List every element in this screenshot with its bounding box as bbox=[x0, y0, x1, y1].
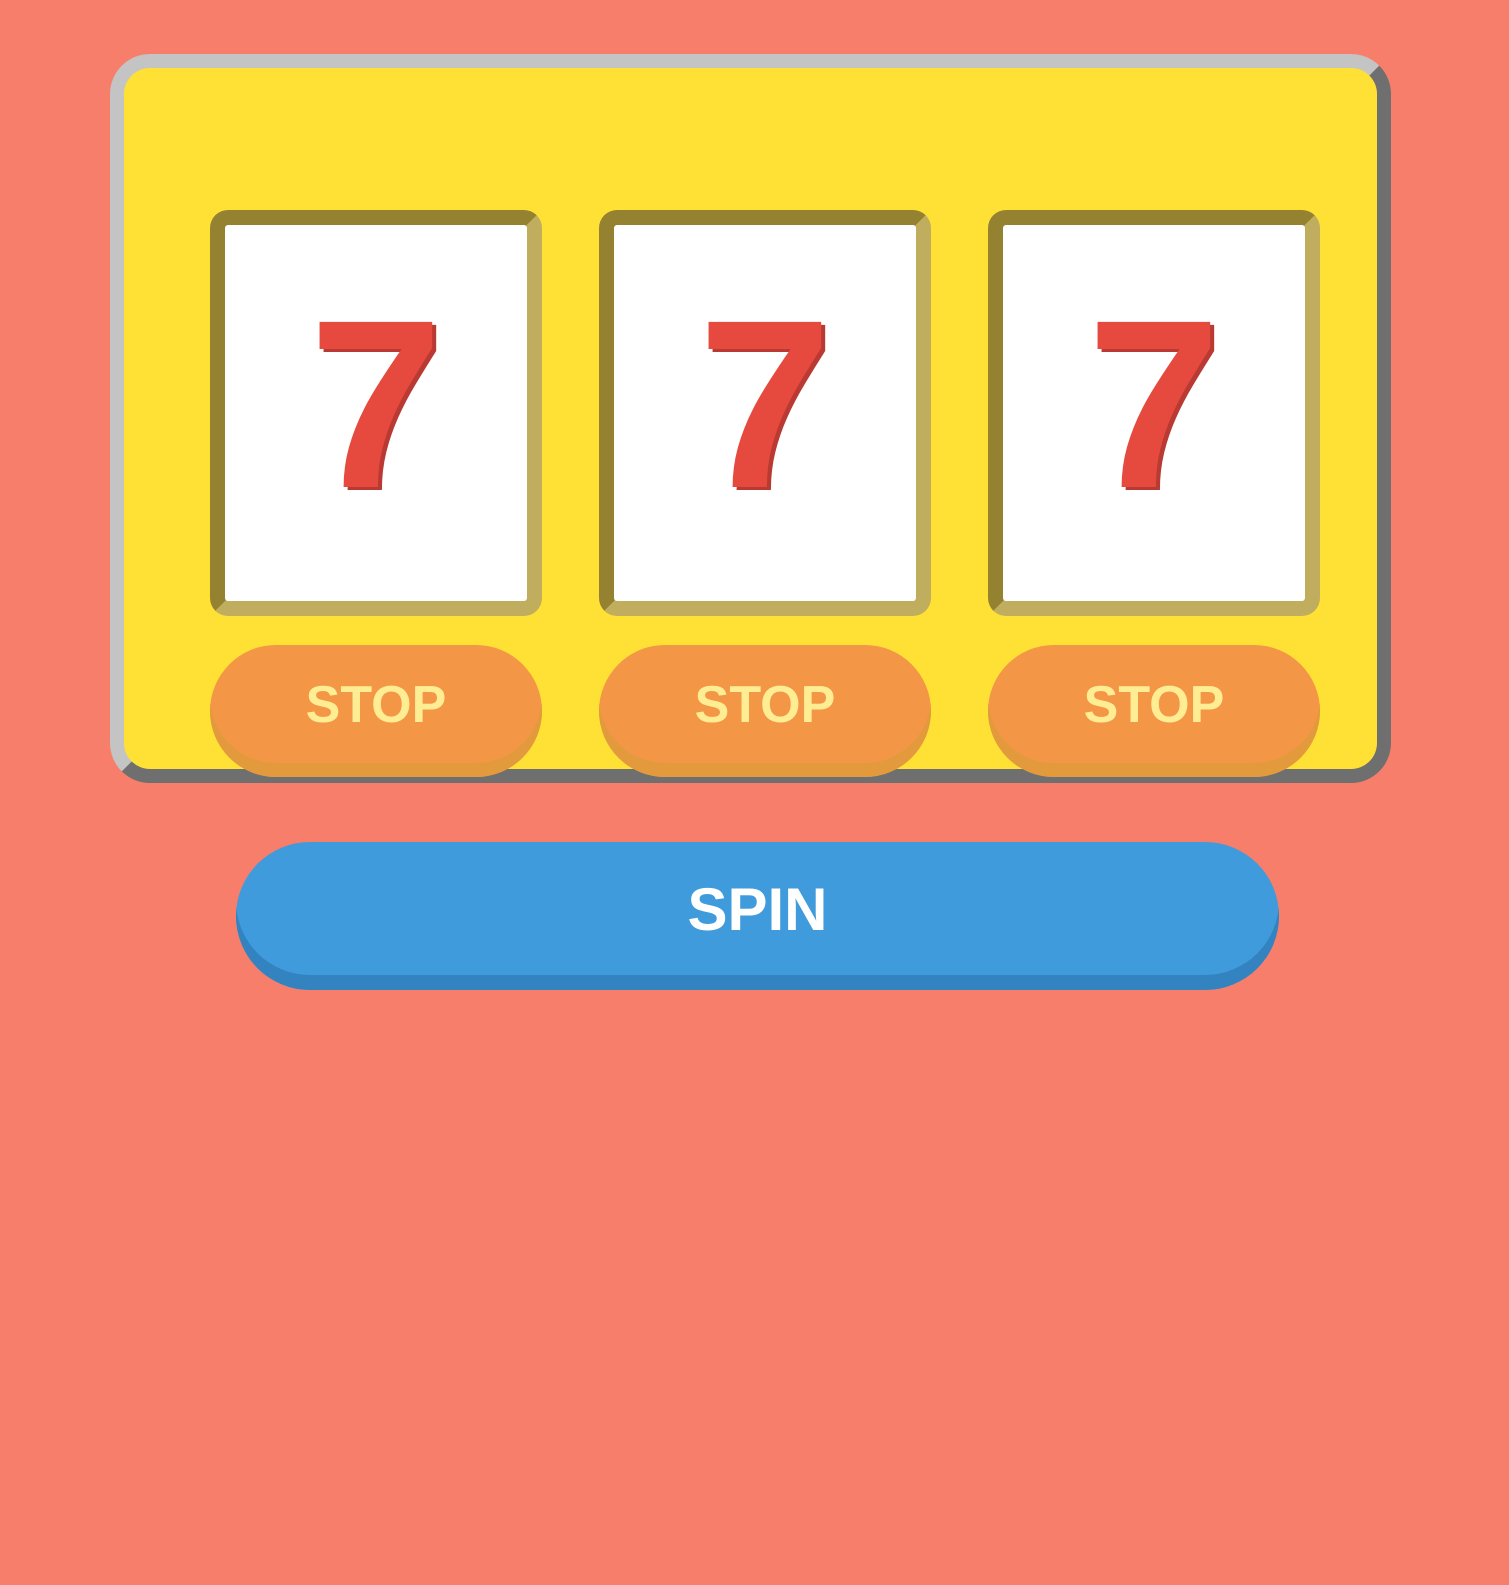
reel-2: 7 bbox=[599, 210, 931, 616]
spin-button[interactable]: SPIN bbox=[236, 842, 1279, 990]
reel-3: 7 bbox=[988, 210, 1320, 616]
slot-machine: 7 7 7 STOP STOP STOP bbox=[110, 54, 1391, 783]
reel-2-symbol: 7 bbox=[698, 270, 832, 538]
reel-1-symbol: 7 bbox=[309, 270, 443, 538]
stop-button-2[interactable]: STOP bbox=[599, 645, 931, 777]
stop-button-1[interactable]: STOP bbox=[210, 645, 542, 777]
reel-1: 7 bbox=[210, 210, 542, 616]
reel-3-symbol: 7 bbox=[1087, 270, 1221, 538]
stop-button-3[interactable]: STOP bbox=[988, 645, 1320, 777]
